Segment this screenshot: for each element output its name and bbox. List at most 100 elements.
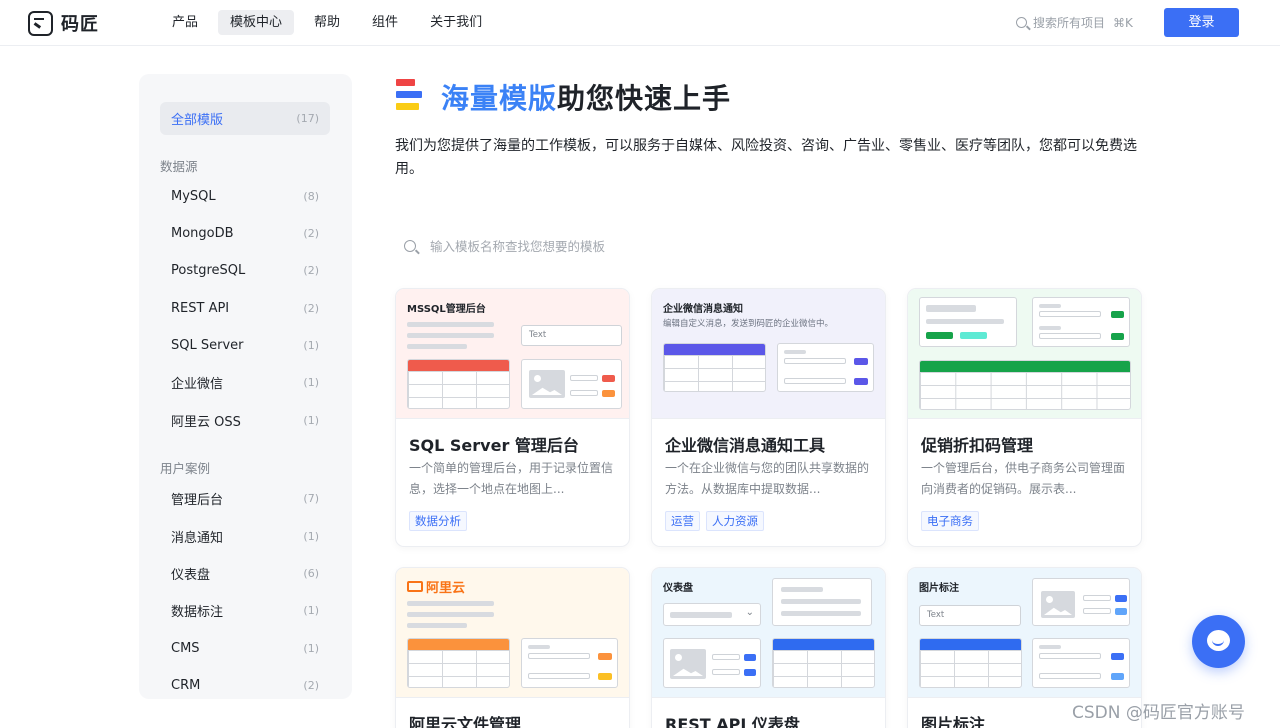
page-title: 海量模版助您快速上手: [441, 77, 731, 117]
nav-components[interactable]: 组件: [360, 10, 410, 35]
template-card-aliyun[interactable]: 阿里云 阿里云文件管理: [395, 567, 630, 728]
card-title: REST API 仪表盘: [665, 715, 800, 728]
sidebar-item-label: PostgreSQL: [171, 263, 246, 278]
sidebar-item-count: (17): [296, 112, 319, 125]
card-tag[interactable]: 电子商务: [921, 511, 979, 531]
sidebar-item-label: SQL Server: [171, 338, 244, 353]
main-nav: 产品 模板中心 帮助 组件 关于我们: [160, 10, 502, 35]
card-thumbnail: 仪表盘 ⌄: [652, 568, 885, 698]
aliyun-logo-text: 阿里云: [426, 581, 466, 596]
sidebar-item-notification[interactable]: 消息通知 (1): [160, 520, 330, 553]
sidebar-item-label: 阿里云 OSS: [171, 415, 241, 430]
map-icon: [529, 370, 565, 398]
sidebar-item-admin[interactable]: 管理后台 (7): [160, 482, 330, 515]
search-icon: [404, 239, 416, 252]
nav-products[interactable]: 产品: [160, 10, 210, 35]
image-icon: [670, 649, 706, 679]
image-icon: [1041, 591, 1075, 618]
category-sidebar: 全部模版 (17) 数据源 MySQL (8) MongoDB (2) Postgr…: [139, 74, 352, 699]
top-header: 码匠 产品 模板中心 帮助 组件 关于我们 搜索所有项目 ⌘K 登录: [0, 0, 1280, 46]
template-card-wecom[interactable]: 企业微信消息通知 编辑自定义消息，发送到码匠的企业微信中。 企业微信消息通知工具…: [651, 288, 886, 547]
thumbnail-title: MSSQL管理后台: [407, 304, 486, 315]
card-title: 阿里云文件管理: [409, 715, 522, 728]
sidebar-item-count: (1): [303, 530, 319, 543]
card-tags: 运营 人力资源: [665, 511, 770, 531]
sidebar-item-count: (1): [303, 376, 319, 389]
card-thumbnail: 企业微信消息通知 编辑自定义消息，发送到码匠的企业微信中。: [652, 289, 885, 419]
sidebar-item-postgresql[interactable]: PostgreSQL (2): [160, 254, 330, 287]
page-description: 我们为您提供了海量的工作模板，可以服务于自媒体、风险投资、咨询、广告业、零售业、…: [395, 138, 1137, 177]
card-tag[interactable]: 数据分析: [409, 511, 467, 531]
nav-help[interactable]: 帮助: [302, 10, 352, 35]
sidebar-item-count: (6): [303, 567, 319, 580]
sidebar-item-count: (1): [303, 604, 319, 617]
sidebar-item-label: 数据标注: [171, 605, 224, 620]
sidebar-item-dashboard[interactable]: 仪表盘 (6): [160, 557, 330, 590]
page-title-rest: 助您快速上手: [557, 82, 732, 115]
sidebar-item-label: 仪表盘: [171, 568, 211, 583]
sidebar-item-crm[interactable]: CRM (2): [160, 669, 330, 702]
sidebar-item-cms[interactable]: CMS (1): [160, 632, 330, 665]
sidebar-item-count: (2): [303, 302, 319, 315]
sidebar-group-title: 数据源: [160, 159, 198, 174]
sidebar-item-label: 消息通知: [171, 531, 224, 546]
sidebar-item-mysql[interactable]: MySQL (8): [160, 180, 330, 213]
sidebar-item-aliyun-oss[interactable]: 阿里云 OSS (1): [160, 404, 330, 437]
global-search[interactable]: 搜索所有项目 ⌘K: [1016, 14, 1133, 31]
template-card-promo-codes[interactable]: 促销折扣码管理 一个管理后台，供电子商务公司管理面向消费者的促销码。展示表...…: [907, 288, 1142, 547]
thumbnail-text-input: Text: [919, 605, 1021, 626]
card-description: 一个管理后台，供电子商务公司管理面向消费者的促销码。展示表...: [921, 461, 1126, 496]
global-search-placeholder: 搜索所有项目: [1033, 16, 1106, 30]
template-center-icon: [396, 79, 422, 112]
chat-button[interactable]: [1192, 615, 1245, 668]
logo-icon: [28, 10, 53, 36]
card-thumbnail: MSSQL管理后台 Text: [396, 289, 629, 419]
card-tags: 电子商务: [921, 511, 985, 531]
sidebar-item-label: 全部模版: [171, 113, 224, 128]
sidebar-item-count: (2): [303, 679, 319, 692]
card-description: 一个在企业微信与您的团队共享数据的方法。从数据库中提取数据...: [665, 461, 870, 496]
nav-about[interactable]: 关于我们: [418, 10, 494, 35]
login-button[interactable]: 登录: [1164, 8, 1239, 37]
nav-template-center[interactable]: 模板中心: [218, 10, 295, 35]
sidebar-item-label: REST API: [171, 301, 230, 316]
search-icon: [1016, 17, 1027, 28]
thumbnail-title: 企业微信消息通知: [663, 304, 743, 315]
aliyun-logo: 阿里云: [407, 577, 465, 596]
sidebar-item-all[interactable]: 全部模版 (17): [160, 102, 330, 135]
card-tag[interactable]: 人力资源: [706, 511, 764, 531]
sidebar-item-label: CRM: [171, 678, 201, 693]
card-title: 图片标注: [921, 715, 986, 728]
watermark: CSDN @码匠官方账号: [1072, 703, 1245, 723]
sidebar-item-label: 管理后台: [171, 493, 224, 508]
sidebar-item-count: (1): [303, 642, 319, 655]
template-search-input[interactable]: 输入模板名称查找您想要的模板: [404, 236, 605, 255]
sidebar-item-count: (2): [303, 227, 319, 240]
thumbnail-title: 图片标注: [919, 583, 959, 594]
chat-bubble-icon: [1207, 630, 1230, 651]
search-shortcut: ⌘K: [1113, 15, 1133, 30]
thumbnail-title: 仪表盘: [663, 583, 693, 594]
sidebar-item-rest-api[interactable]: REST API (2): [160, 292, 330, 325]
sidebar-item-annotation[interactable]: 数据标注 (1): [160, 594, 330, 627]
card-tag[interactable]: 运营: [665, 511, 700, 531]
card-thumbnail: 图片标注 Text: [908, 568, 1141, 698]
sidebar-item-sql-server[interactable]: SQL Server (1): [160, 329, 330, 362]
sidebar-item-count: (1): [303, 414, 319, 427]
sidebar-item-count: (7): [303, 492, 319, 505]
aliyun-logo-icon: [407, 581, 423, 592]
card-description: 一个简单的管理后台，用于记录位置信息，选择一个地点在地图上...: [409, 461, 614, 496]
sidebar-item-label: MySQL: [171, 189, 216, 204]
sidebar-item-mongodb[interactable]: MongoDB (2): [160, 217, 330, 250]
card-thumbnail: [908, 289, 1141, 419]
sidebar-item-wecom[interactable]: 企业微信 (1): [160, 366, 330, 399]
card-title: 促销折扣码管理: [921, 436, 1034, 455]
sidebar-item-label: MongoDB: [171, 226, 234, 241]
template-card-sql-server[interactable]: MSSQL管理后台 Text SQL Server 管理后台 一个简单的管理后台…: [395, 288, 630, 547]
sidebar-item-label: CMS: [171, 641, 200, 656]
card-title: SQL Server 管理后台: [409, 436, 579, 455]
thumbnail-subtitle: 编辑自定义消息，发送到码匠的企业微信中。: [663, 319, 834, 329]
logo[interactable]: 码匠: [28, 10, 99, 36]
card-thumbnail: 阿里云: [396, 568, 629, 698]
template-card-rest-dashboard[interactable]: 仪表盘 ⌄ REST API 仪表盘: [651, 567, 886, 728]
